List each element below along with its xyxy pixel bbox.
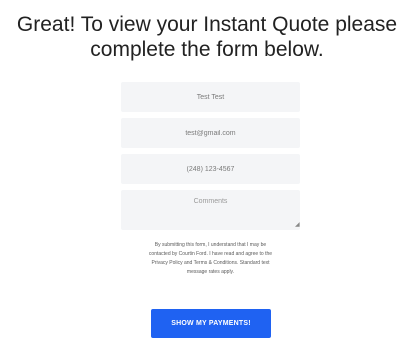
- show-my-payments-button[interactable]: SHOW MY PAYMENTS!: [151, 309, 271, 338]
- consent-disclaimer: By submitting this form, I understand th…: [118, 241, 303, 277]
- disclaimer-line-4: message rates apply.: [186, 269, 235, 275]
- page-headline: Great! To view your Instant Quote please…: [0, 12, 414, 62]
- email-field[interactable]: [121, 118, 300, 148]
- disclaimer-line-2: contacted by Courtin Ford. I have read a…: [148, 251, 273, 257]
- headline-line-1: Great! To view your Instant Quote please: [16, 13, 398, 36]
- disclaimer-line-1: By submitting this form, I understand th…: [154, 242, 267, 248]
- phone-field[interactable]: [121, 154, 300, 184]
- headline-line-2: complete the form below.: [90, 38, 324, 61]
- name-field[interactable]: [121, 82, 300, 112]
- comments-field[interactable]: [121, 190, 300, 230]
- resize-grip-icon[interactable]: ◢: [295, 222, 300, 228]
- disclaimer-line-3: Privacy Policy and Terms & Conditions. S…: [151, 260, 270, 266]
